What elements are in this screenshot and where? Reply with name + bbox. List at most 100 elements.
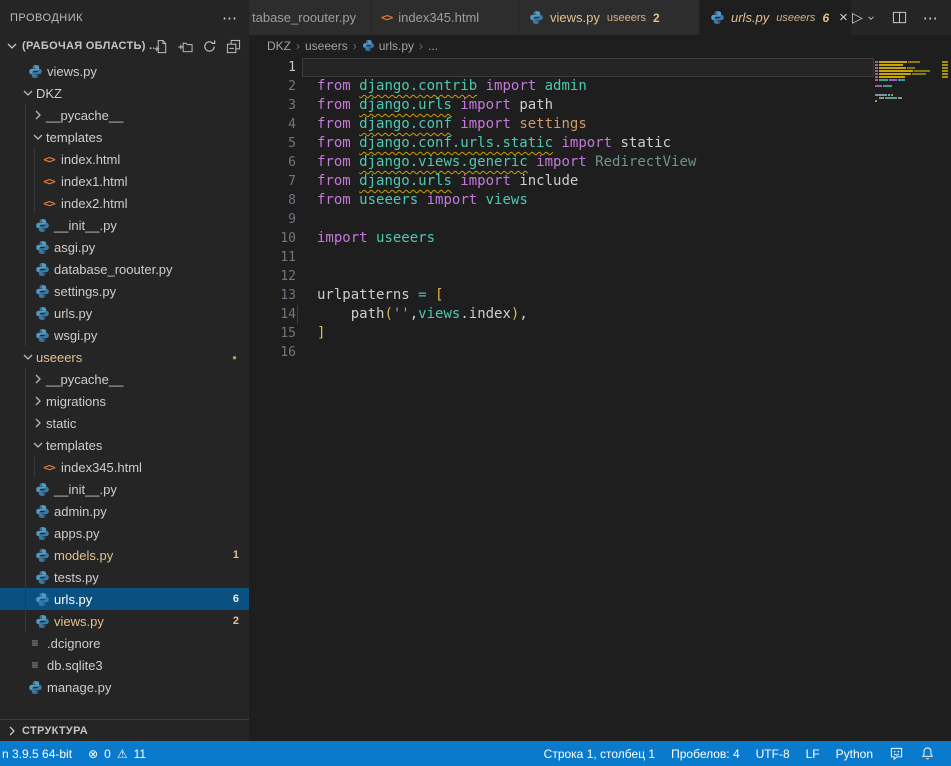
- refresh-icon[interactable]: [202, 39, 217, 54]
- python-icon: [26, 680, 44, 695]
- code-token: from: [317, 116, 359, 132]
- tree-item-__pycache__[interactable]: __pycache__: [0, 368, 249, 390]
- breadcrumb-item-urls.py[interactable]: urls.py: [362, 39, 414, 53]
- notifications-bell-icon[interactable]: [912, 741, 943, 766]
- tree-item-models.py[interactable]: models.py1: [0, 544, 249, 566]
- status-encoding[interactable]: UTF-8: [748, 741, 798, 766]
- code-line-7[interactable]: 7from django.urls import include: [249, 172, 951, 191]
- tree-item-templates[interactable]: templates: [0, 126, 249, 148]
- code-line-16[interactable]: 16: [249, 343, 951, 362]
- tree-item-db.sqlite3[interactable]: ≡db.sqlite3: [0, 654, 249, 676]
- chevron-right-icon[interactable]: [30, 107, 46, 123]
- chevron-right-icon[interactable]: [30, 371, 46, 387]
- code-line-15[interactable]: 15]: [249, 324, 951, 343]
- code-line-1[interactable]: 1: [249, 58, 951, 77]
- tree-item-static[interactable]: static: [0, 412, 249, 434]
- tree-item-index2.html[interactable]: <>index2.html: [0, 192, 249, 214]
- breadcrumb-item-...[interactable]: ...: [428, 39, 438, 53]
- chevron-down-icon[interactable]: [20, 85, 36, 101]
- run-python-file-button[interactable]: ▷: [852, 9, 876, 26]
- tree-item-DKZ[interactable]: DKZ: [0, 82, 249, 104]
- tree-item-manage.py[interactable]: manage.py: [0, 676, 249, 698]
- tree-item-__init__.py[interactable]: __init__.py: [0, 214, 249, 236]
- workspace-section-header[interactable]: (РАБОЧАЯ ОБЛАСТЬ) ...: [0, 35, 249, 57]
- tree-item-database_roouter.py[interactable]: database_roouter.py: [0, 258, 249, 280]
- tree-item-__init__.py[interactable]: __init__.py: [0, 478, 249, 500]
- code-line-10[interactable]: 10import useeers: [249, 229, 951, 248]
- code-line-4[interactable]: 4from django.conf import settings: [249, 115, 951, 134]
- status-eol[interactable]: LF: [798, 741, 828, 766]
- tree-item-index1.html[interactable]: <>index1.html: [0, 170, 249, 192]
- tree-item-migrations[interactable]: migrations: [0, 390, 249, 412]
- feedback-smiley-icon[interactable]: [881, 741, 912, 766]
- code-line-3[interactable]: 3from django.urls import path: [249, 96, 951, 115]
- tree-item-.dcignore[interactable]: ≡.dcignore: [0, 632, 249, 654]
- code-editor[interactable]: 12from django.contrib import admin3from …: [249, 56, 951, 741]
- tree-item-views.py[interactable]: views.py2: [0, 610, 249, 632]
- new-file-icon[interactable]: [154, 39, 169, 54]
- minimap-line-mark: [908, 61, 920, 63]
- tree-item-templates[interactable]: templates: [0, 434, 249, 456]
- code-line-14[interactable]: 14 path('',views.index),: [249, 305, 951, 324]
- tab-views.py[interactable]: views.pyuseeers2: [519, 0, 700, 35]
- run-dropdown-icon[interactable]: [866, 13, 876, 23]
- code-line-9[interactable]: 9: [249, 210, 951, 229]
- tree-item-settings.py[interactable]: settings.py: [0, 280, 249, 302]
- chevron-down-icon[interactable]: [30, 129, 46, 145]
- tree-item-label: templates: [46, 438, 102, 453]
- code-line-11[interactable]: 11: [249, 248, 951, 267]
- problems-status[interactable]: ⊗ 0 ⚠ 11: [80, 741, 154, 766]
- tab-tabase_roouter.py[interactable]: tabase_roouter.py: [249, 0, 371, 35]
- python-interpreter-status[interactable]: n 3.9.5 64-bit: [0, 741, 80, 766]
- tree-item-apps.py[interactable]: apps.py: [0, 522, 249, 544]
- breadcrumb-label: urls.py: [379, 39, 414, 53]
- tree-item-index.html[interactable]: <>index.html: [0, 148, 249, 170]
- tree-item-views.py[interactable]: views.py: [0, 60, 249, 82]
- breadcrumb-label: DKZ: [267, 39, 291, 53]
- new-folder-icon[interactable]: [178, 39, 193, 54]
- outline-section-header[interactable]: СТРУКТУРА: [0, 719, 249, 741]
- collapse-all-icon[interactable]: [226, 39, 241, 54]
- status-language[interactable]: Python: [828, 741, 881, 766]
- chevron-down-icon[interactable]: [20, 349, 36, 365]
- code-token: static: [620, 135, 671, 151]
- tab-urls.py[interactable]: urls.pyuseeers6×: [700, 0, 852, 35]
- tree-item-tests.py[interactable]: tests.py: [0, 566, 249, 588]
- chevron-right-icon[interactable]: [30, 393, 46, 409]
- tree-item-asgi.py[interactable]: asgi.py: [0, 236, 249, 258]
- indent-guide: [25, 368, 26, 390]
- explorer-more-actions-icon[interactable]: ⋯: [222, 9, 237, 27]
- code-line-5[interactable]: 5from django.conf.urls.static import sta…: [249, 134, 951, 153]
- tree-item-useeers[interactable]: useeers●: [0, 346, 249, 368]
- tree-item-urls.py[interactable]: urls.py6: [0, 588, 249, 610]
- chevron-down-icon: [4, 38, 20, 54]
- tree-item-wsgi.py[interactable]: wsgi.py: [0, 324, 249, 346]
- status-cursor-position[interactable]: Строка 1, столбец 1: [536, 741, 663, 766]
- code-line-2[interactable]: 2from django.contrib import admin: [249, 77, 951, 96]
- code-line-6[interactable]: 6from django.views.generic import Redire…: [249, 153, 951, 172]
- python-icon: [33, 306, 51, 321]
- html-icon: <>: [40, 461, 58, 474]
- more-actions-button[interactable]: ⋯: [923, 9, 938, 27]
- tree-item-urls.py[interactable]: urls.py: [0, 302, 249, 324]
- code-line-13[interactable]: 13urlpatterns = [: [249, 286, 951, 305]
- code-token: ,: [519, 306, 527, 322]
- breadcrumb-item-DKZ[interactable]: DKZ: [267, 39, 291, 53]
- close-icon[interactable]: ×: [839, 10, 848, 25]
- chevron-down-icon[interactable]: [30, 437, 46, 453]
- line-content: from useeers import views: [296, 191, 528, 210]
- tree-item-index345.html[interactable]: <>index345.html: [0, 456, 249, 478]
- indent-guide: [25, 236, 26, 258]
- breadcrumb-item-useeers[interactable]: useeers: [305, 39, 348, 53]
- code-token: import: [418, 192, 485, 208]
- tree-item-admin.py[interactable]: admin.py: [0, 500, 249, 522]
- code-line-8[interactable]: 8from useeers import views: [249, 191, 951, 210]
- split-editor-button[interactable]: [892, 10, 907, 25]
- code-token: django.contrib: [359, 78, 477, 94]
- tab-index345.html[interactable]: <>index345.html: [371, 0, 519, 35]
- tree-item-__pycache__[interactable]: __pycache__: [0, 104, 249, 126]
- code-line-12[interactable]: 12: [249, 267, 951, 286]
- minimap[interactable]: [875, 58, 939, 178]
- status-indentation[interactable]: Пробелов: 4: [663, 741, 748, 766]
- chevron-right-icon[interactable]: [30, 415, 46, 431]
